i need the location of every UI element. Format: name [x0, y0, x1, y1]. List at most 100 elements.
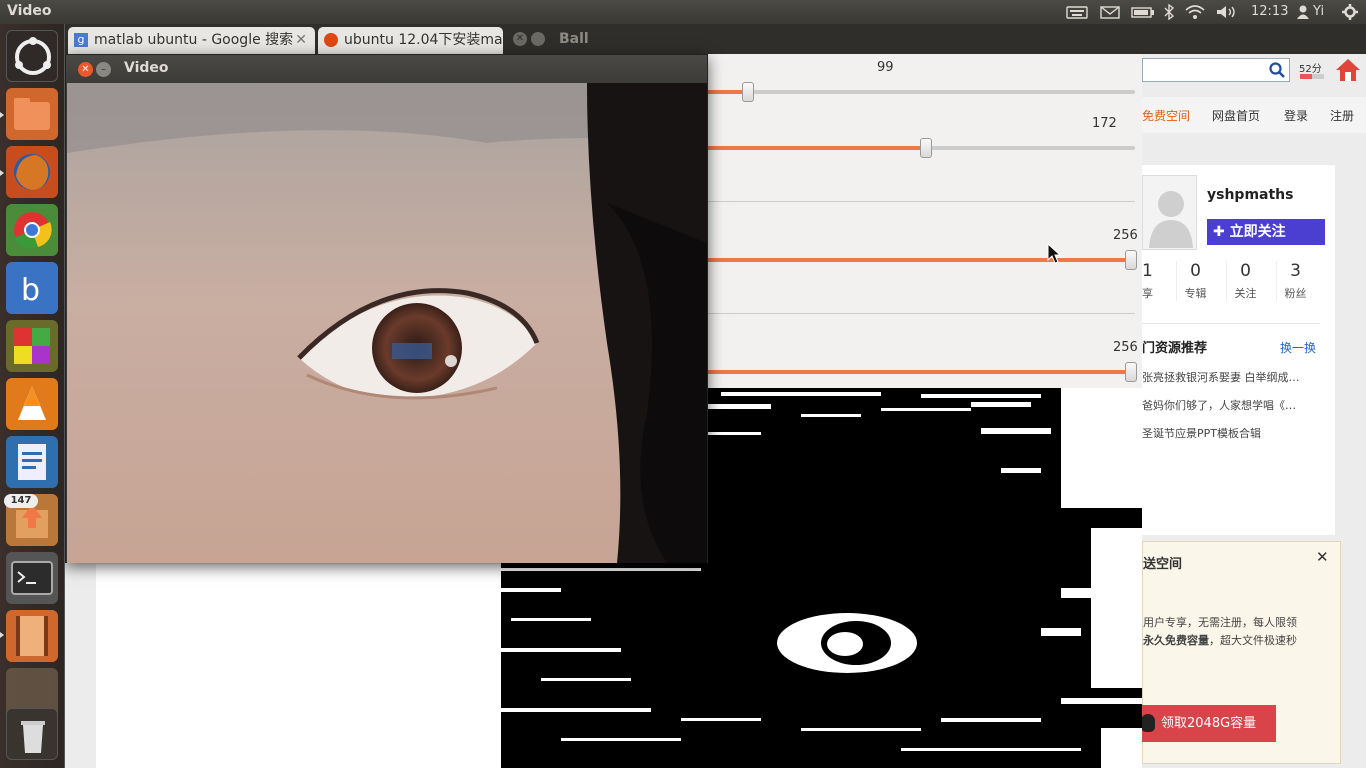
minimize-icon[interactable] — [531, 32, 545, 46]
ball-window-title: Ball — [559, 31, 589, 47]
active-app-title: Video — [7, 3, 52, 19]
search-icon[interactable] — [1269, 62, 1285, 82]
google-favicon-icon: g — [74, 33, 88, 47]
close-icon[interactable]: ✕ — [295, 27, 307, 54]
top-panel: Video 12:13 Yi — [0, 0, 1366, 24]
clock[interactable]: 12:13 — [1251, 4, 1288, 20]
running-indicator — [0, 170, 4, 176]
nav-login[interactable]: 登录 — [1284, 107, 1308, 124]
tab-label: ubuntu 12.04下安装matl — [344, 32, 503, 48]
webcam-eye-image — [67, 83, 707, 563]
nav-register[interactable]: 注册 — [1330, 107, 1354, 124]
promo-popup: 送空间 ✕ 用户专享，无需注册，每人限领 永久免费容量，超大文件极速秒 领取20… — [1139, 541, 1341, 764]
resource-link[interactable]: 张亮拯救银河系娶妻 白举纲成… — [1142, 369, 1300, 385]
firefox-launcher-icon[interactable] — [6, 146, 58, 198]
unity-launcher: b 147 — [0, 24, 65, 768]
refresh-link[interactable]: 换一换 — [1280, 339, 1316, 356]
close-icon[interactable]: ✕ — [1316, 548, 1329, 566]
webcam-frame — [67, 83, 707, 563]
username[interactable]: yshpmaths — [1207, 187, 1293, 203]
stat-value: 0 — [1240, 261, 1251, 281]
trash-icon[interactable] — [6, 708, 58, 760]
browser-tab-google[interactable]: g matlab ubuntu - Google 搜索 ✕ — [68, 27, 315, 54]
plus-icon: ✚ — [1213, 224, 1225, 240]
page-white-area — [96, 564, 501, 768]
ubuntu-favicon-icon — [324, 33, 338, 47]
home-icon[interactable] — [1335, 57, 1361, 87]
trackbar-value: 172 — [1092, 116, 1117, 131]
svg-text:b: b — [21, 273, 40, 308]
stat-label: 享 — [1142, 287, 1153, 300]
volume-icon[interactable] — [1216, 4, 1238, 20]
browser-tab-ubuntu[interactable]: ubuntu 12.04下安装matl — [318, 27, 503, 54]
trackbar-value: 256 — [1113, 228, 1138, 243]
search-input[interactable] — [1142, 58, 1290, 82]
tab-label: matlab ubuntu - Google 搜索 — [94, 32, 294, 48]
section-title: 门资源推荐 — [1142, 341, 1208, 356]
pan-nav: 免费空间 网盘首页 登录 注册 — [1142, 97, 1366, 133]
avatar[interactable] — [1142, 175, 1197, 250]
popup-line: 永久免费容量，超大文件极速秒 — [1143, 632, 1297, 648]
stat-item[interactable]: 0 专辑 — [1176, 261, 1214, 301]
video-app-launcher-icon[interactable] — [6, 610, 58, 662]
user-icon[interactable] — [1297, 4, 1309, 20]
stat-item[interactable]: 1享 — [1142, 261, 1153, 301]
writer-launcher-icon[interactable] — [6, 436, 58, 488]
trackbar-thumb[interactable] — [1125, 362, 1137, 382]
stat-label: 专辑 — [1184, 287, 1207, 300]
keyboard-icon[interactable] — [1066, 4, 1088, 20]
stat-label: 关注 — [1234, 287, 1257, 300]
vlc-launcher-icon[interactable] — [6, 378, 58, 430]
popup-line: 用户专享，无需注册，每人限领 — [1143, 616, 1297, 629]
stat-value: 1 — [1142, 261, 1153, 281]
score-badge: 52分 — [1299, 60, 1327, 82]
update-count-badge: 147 — [4, 494, 38, 508]
stat-item[interactable]: 3 粉丝 — [1276, 261, 1314, 301]
trackbar-value: 256 — [1113, 340, 1138, 355]
mouse-cursor-icon — [1047, 242, 1062, 269]
user-name[interactable]: Yi — [1313, 4, 1324, 20]
bluetooth-icon[interactable] — [1163, 4, 1175, 20]
trackbar-thumb[interactable] — [742, 82, 754, 102]
resource-link[interactable]: 爸妈你们够了，人家想学唱《… — [1142, 397, 1296, 413]
dash-home-button[interactable] — [6, 30, 58, 82]
claim-label: 领取2048G容量 — [1161, 716, 1257, 731]
trackbar-value: 99 — [877, 60, 894, 75]
matlab-launcher-icon[interactable] — [6, 320, 58, 372]
profile-card: yshpmaths ✚ 立即关注 1享 0 专辑 0 关注 3 粉丝 门资源推荐 换一… — [1142, 165, 1335, 535]
stat-value: 3 — [1290, 261, 1301, 281]
minimize-icon[interactable]: – — [96, 62, 111, 77]
stat-item[interactable]: 0 关注 — [1226, 261, 1264, 301]
follow-label: 立即关注 — [1229, 224, 1286, 240]
running-indicator — [0, 112, 4, 118]
popup-title: 送空间 — [1143, 557, 1183, 572]
stat-value: 0 — [1190, 261, 1201, 281]
trackbar-thumb[interactable] — [1125, 250, 1137, 270]
close-icon[interactable]: ✕ — [513, 32, 527, 46]
claim-button[interactable]: 领取2048G容量 — [1139, 705, 1276, 742]
files-launcher-icon[interactable] — [6, 88, 58, 140]
follow-button[interactable]: ✚ 立即关注 — [1207, 219, 1325, 245]
trackbar-thumb[interactable] — [920, 138, 932, 158]
nav-pan-home[interactable]: 网盘首页 — [1212, 107, 1260, 124]
resource-link[interactable]: 圣诞节应景PPT模板合辑 — [1142, 425, 1261, 441]
app-b-launcher-icon[interactable]: b — [6, 262, 58, 314]
terminal-launcher-icon[interactable] — [6, 552, 58, 604]
gear-icon[interactable] — [1342, 4, 1358, 20]
video-titlebar[interactable]: ✕ – Video — [66, 55, 707, 83]
close-icon[interactable]: ✕ — [78, 62, 93, 77]
video-window-title: Video — [124, 60, 169, 76]
mail-icon[interactable] — [1100, 4, 1120, 20]
browser-tab-strip: g matlab ubuntu - Google 搜索 ✕ ubuntu 12.… — [65, 24, 1366, 54]
video-window: ✕ – Video — [65, 54, 708, 563]
wifi-icon[interactable] — [1184, 4, 1206, 20]
running-indicator — [0, 632, 4, 638]
popup-bold-text: 永久免费容量 — [1143, 634, 1209, 647]
popup-text: ，超大文件极速秒 — [1209, 634, 1297, 647]
divider — [1142, 323, 1320, 324]
nav-free-space[interactable]: 免费空间 — [1142, 107, 1190, 124]
qq-penguin-icon — [1141, 714, 1155, 732]
battery-icon[interactable] — [1131, 4, 1155, 20]
stat-label: 粉丝 — [1284, 287, 1307, 300]
chrome-launcher-icon[interactable] — [6, 204, 58, 256]
